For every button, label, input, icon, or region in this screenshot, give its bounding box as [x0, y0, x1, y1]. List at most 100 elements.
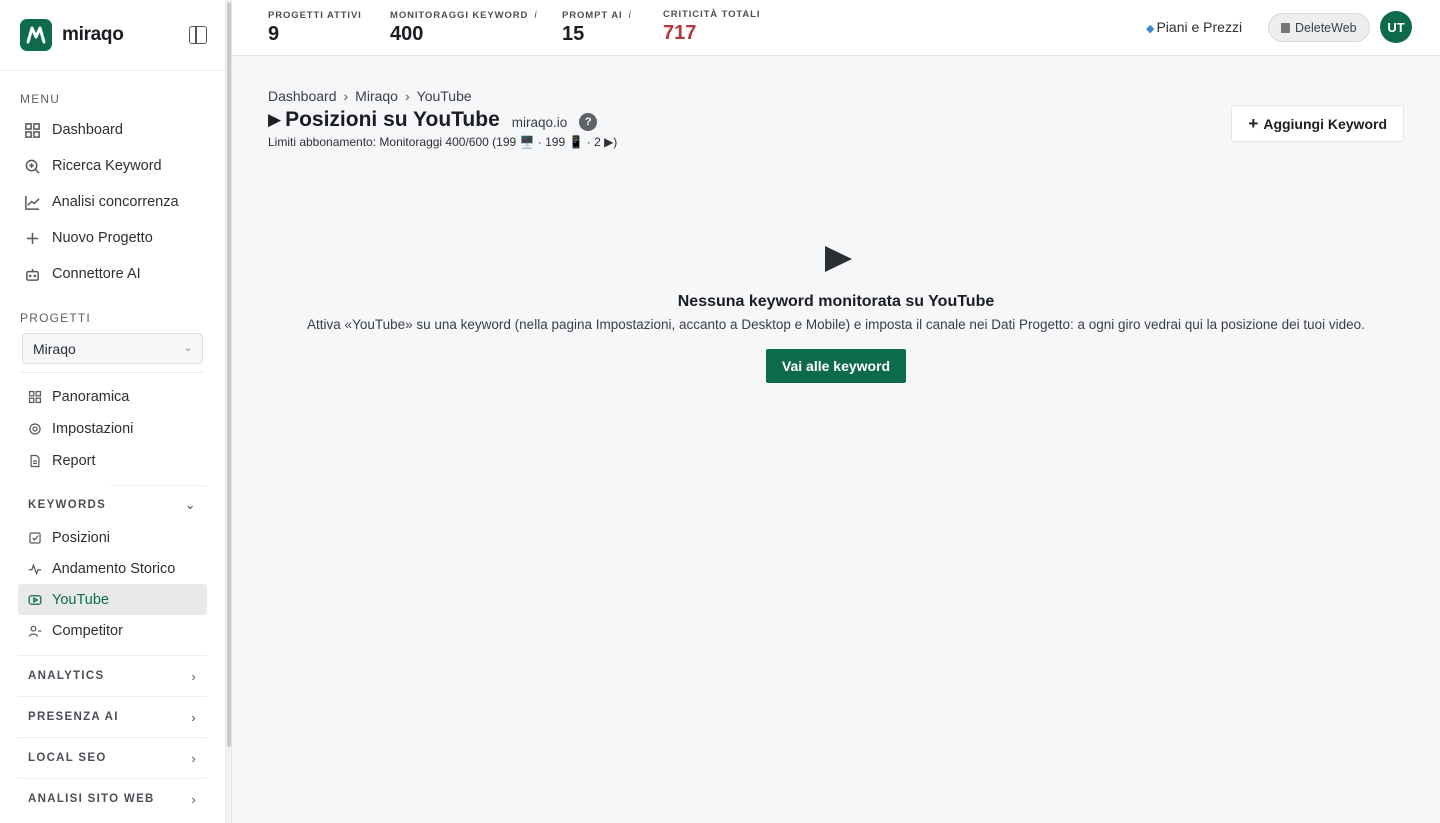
- chevron-down-icon: ⌄: [184, 497, 197, 512]
- sidebar-item-report[interactable]: Report: [0, 445, 225, 477]
- sidebar-item-nuovo-progetto[interactable]: Nuovo Progetto: [0, 220, 225, 256]
- brand-name: miraqo: [62, 24, 124, 45]
- breadcrumb-separator: ›: [404, 88, 410, 104]
- sidebar-item-label: Andamento Storico: [52, 560, 176, 577]
- empty-state-title: Nessuna keyword monitorata su YouTube: [677, 293, 995, 310]
- grid-icon: [28, 390, 42, 404]
- group-label: PRESENZA AI: [28, 711, 119, 723]
- breadcrumb-item[interactable]: Dashboard: [268, 88, 337, 104]
- stat-label-text: PROMPT AI: [562, 10, 623, 21]
- search-icon: [24, 158, 41, 175]
- diamond-icon: ◆: [1146, 23, 1155, 35]
- avatar[interactable]: UT: [1380, 11, 1412, 43]
- brand: miraqo: [0, 0, 225, 71]
- sidebar-item-label: Dashboard: [52, 122, 123, 138]
- group-presenza-ai[interactable]: PRESENZA AI ›: [18, 696, 207, 737]
- group-local-seo[interactable]: LOCAL SEO ›: [18, 737, 207, 778]
- grid-icon: [24, 122, 41, 139]
- plus-icon: [24, 230, 41, 247]
- add-keyword-label: Aggiungi Keyword: [1263, 115, 1387, 132]
- sidebar-item-dashboard[interactable]: Dashboard: [0, 112, 225, 148]
- go-to-keywords-button[interactable]: Vai alle keyword: [765, 349, 907, 383]
- file-icon: [28, 454, 42, 468]
- stat-value: 400: [390, 23, 424, 45]
- stat-monitoraggi-keyword: MONITORAGGI KEYWORD i 400: [390, 10, 537, 46]
- group-label: ANALYTICS: [28, 670, 105, 682]
- stat-label: PROMPT AI i: [562, 10, 632, 21]
- breadcrumb-separator: ›: [343, 88, 349, 104]
- page-title-text: Posizioni su YouTube: [285, 108, 500, 131]
- projects-label: PROGETTI: [20, 311, 91, 325]
- plans-link[interactable]: ◆ Piani e Prezzi: [1146, 19, 1242, 35]
- stat-criticita-totali: CRITICITÀ TOTALI 717: [663, 9, 760, 45]
- keywords-group-header[interactable]: KEYWORDS ⌄: [18, 488, 207, 522]
- logo-icon[interactable]: [20, 19, 52, 51]
- stat-label: MONITORAGGI KEYWORD i: [390, 10, 537, 21]
- sidebar-item-posizioni[interactable]: Posizioni: [0, 522, 225, 553]
- chevron-right-icon: ›: [191, 709, 197, 725]
- sidebar-item-label: Ricerca Keyword: [52, 158, 162, 174]
- stat-label-text: MONITORAGGI KEYWORD: [390, 10, 529, 21]
- help-icon[interactable]: ?: [579, 112, 598, 131]
- workspace-name: DeleteWeb: [1295, 20, 1357, 35]
- workspace-chip[interactable]: DeleteWeb: [1268, 13, 1370, 42]
- users-icon: [28, 624, 42, 638]
- info-icon[interactable]: i: [534, 10, 537, 21]
- sidebar-item-youtube[interactable]: YouTube: [18, 584, 207, 615]
- sidebar-item-analisi-concorrenza[interactable]: Analisi concorrenza: [0, 184, 225, 220]
- main-content: Dashboard › Miraqo › YouTube ▶ Posizioni su …: [232, 56, 1440, 823]
- plans-label: Piani e Prezzi: [1156, 19, 1243, 35]
- breadcrumb-item: YouTube: [416, 88, 472, 104]
- check-square-icon: [28, 531, 42, 545]
- breadcrumb: Dashboard › Miraqo › YouTube: [268, 88, 472, 104]
- stat-value: 9: [268, 23, 280, 45]
- stat-value: 717: [663, 22, 697, 44]
- sidebar-item-label: Analisi concorrenza: [52, 194, 179, 210]
- building-icon: [1281, 22, 1290, 33]
- page-title: ▶ Posizioni su YouTube miraqo.io ?: [268, 108, 598, 132]
- info-icon[interactable]: i: [629, 10, 632, 21]
- activity-icon: [28, 562, 42, 576]
- menu-label: MENU: [20, 92, 61, 106]
- sidebar-item-label: YouTube: [52, 591, 109, 608]
- stat-label: CRITICITÀ TOTALI: [663, 9, 761, 20]
- stat-progetti-attivi: PROGETTI ATTIVI 9: [268, 10, 362, 46]
- sidebar-item-impostazioni[interactable]: Impostazioni: [0, 413, 225, 445]
- stat-prompt-ai: PROMPT AI i 15: [562, 10, 632, 46]
- sidebar-item-ricerca-keyword[interactable]: Ricerca Keyword: [0, 148, 225, 184]
- divider: [20, 372, 205, 373]
- project-select[interactable]: Miraqo ⌄: [22, 333, 203, 364]
- sidebar-item-label: Panoramica: [52, 389, 130, 405]
- scrollbar-thumb[interactable]: [227, 2, 231, 747]
- sidebar-toggle-icon[interactable]: [189, 26, 207, 44]
- group-label: ANALISI SITO WEB: [28, 793, 155, 805]
- sidebar-item-label: Connettore AI: [52, 266, 141, 282]
- topbar: PROGETTI ATTIVI 9 MONITORAGGI KEYWORD i 4…: [232, 0, 1440, 56]
- stat-value: 15: [562, 23, 585, 45]
- chevron-down-icon: ⌄: [183, 343, 192, 354]
- project-select-value: Miraqo: [33, 340, 76, 357]
- sidebar-item-label: Competitor: [52, 622, 123, 639]
- sidebar-item-andamento-storico[interactable]: Andamento Storico: [0, 553, 225, 584]
- sidebar-item-competitor[interactable]: Competitor: [0, 615, 225, 646]
- sidebar-item-label: Impostazioni: [52, 421, 134, 437]
- bot-icon: [24, 266, 41, 283]
- keywords-label: KEYWORDS: [28, 499, 107, 511]
- chart-line-icon: [24, 194, 41, 211]
- sidebar-item-label: Report: [52, 453, 96, 469]
- sidebar-item-label: Posizioni: [52, 529, 111, 546]
- sidebar-item-panoramica[interactable]: Panoramica: [0, 381, 225, 413]
- group-analytics[interactable]: ANALYTICS ›: [18, 655, 207, 696]
- breadcrumb-item[interactable]: Miraqo: [355, 88, 398, 104]
- gear-icon: [28, 422, 42, 436]
- group-label: LOCAL SEO: [28, 752, 107, 764]
- add-keyword-button[interactable]: + Aggiungi Keyword: [1231, 105, 1404, 142]
- plus-icon: +: [1248, 113, 1259, 133]
- divider: [110, 485, 207, 486]
- subscription-limits: Limiti abbonamento: Monitoraggi 400/600 …: [268, 135, 618, 149]
- sidebar-item-connettore-ai[interactable]: Connettore AI: [0, 256, 225, 292]
- group-analisi-sito-web[interactable]: ANALISI SITO WEB ›: [18, 778, 207, 819]
- empty-state: Nessuna keyword monitorata su YouTube At…: [232, 246, 1440, 383]
- sidebar: miraqo MENU Dashboard Ricerca Keyword An…: [0, 0, 226, 823]
- chevron-right-icon: ›: [191, 668, 197, 684]
